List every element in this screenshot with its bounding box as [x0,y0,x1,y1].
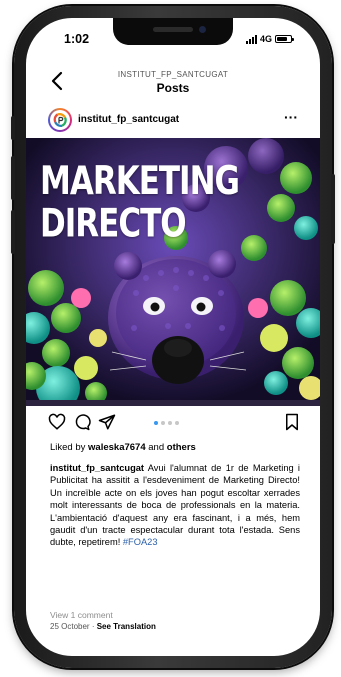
view-comments-link[interactable]: View 1 comment [50,610,113,620]
front-camera [199,26,206,33]
page-title: Posts [156,81,190,95]
header-account: INSTITUT_FP_SANTCUGAT [117,70,229,79]
likes-line: Liked by waleska7674 and others [50,442,196,453]
likes-and: and [148,442,165,453]
carousel-dot [161,421,165,425]
caption-hashtag[interactable]: #FOA23 [123,537,158,547]
phone-frame: 1:02 4G INSTITUT_FP_SANTCUGAT Posts inst… [11,6,335,668]
bookmark-icon[interactable] [284,413,300,436]
notch [113,18,233,45]
liked-by-user[interactable]: waleska7674 [88,442,146,453]
signal-icon [245,34,257,44]
status-time: 1:02 [64,32,90,46]
avatar[interactable] [48,108,72,132]
post-username[interactable]: institut_fp_santcugat [78,114,179,125]
battery-icon [275,35,294,43]
post-date: 25 October [50,622,90,631]
likes-prefix: Liked by [50,442,86,453]
caption-text: Avui l'alumnat de 1r de Marketing i Publ… [50,463,300,548]
silent-switch [11,116,15,140]
volume-down-button [11,210,15,254]
date-separator: · [91,622,95,631]
network-type: 4G [259,34,272,44]
see-translation-link[interactable]: See Translation [97,622,156,631]
comment-icon[interactable] [73,413,91,436]
phone-screen: 1:02 4G INSTITUT_FP_SANTCUGAT Posts inst… [26,18,320,656]
more-dots-icon[interactable]: ··· [284,109,298,125]
caption-username[interactable]: institut_fp_santcugat [50,463,144,473]
heart-icon[interactable] [48,413,66,436]
status-indicators: 4G [245,34,294,44]
carousel-dot [175,421,179,425]
carousel-dot-active [154,421,158,425]
headline-line-1: MARKETING [40,158,240,204]
post-actions [26,410,320,436]
speaker [153,27,193,32]
post-author-row: institut_fp_santcugat ··· [26,106,320,136]
power-button [331,174,335,244]
carousel-dot [168,421,172,425]
image-headline: MARKETING DIRECTO [40,158,240,247]
carousel-indicator [154,421,179,425]
liked-by-others[interactable]: others [167,442,196,453]
volume-up-button [11,156,15,200]
posts-header: INSTITUT_FP_SANTCUGAT Posts [26,64,320,104]
share-icon[interactable] [98,413,116,436]
headline-line-2: DIRECTO [40,201,187,247]
post-date-row: 25 October · See Translation [50,622,156,631]
post-image[interactable]: MARKETING DIRECTO [26,138,320,406]
school-logo-icon [53,112,67,127]
post-caption: institut_fp_santcugat Avui l'alumnat de … [50,462,300,549]
